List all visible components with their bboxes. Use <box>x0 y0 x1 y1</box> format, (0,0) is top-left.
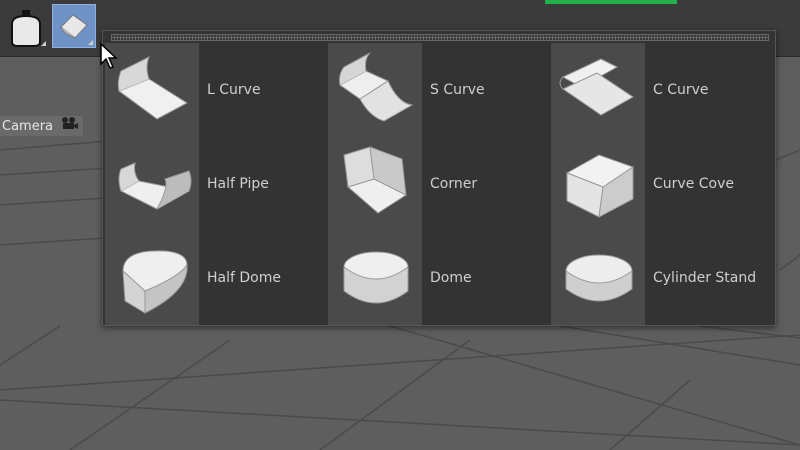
shape-label: C Curve <box>653 82 709 98</box>
half-dome-icon <box>105 231 199 325</box>
shape-label: L Curve <box>207 82 261 98</box>
shape-item-c-curve[interactable]: C Curve <box>551 43 771 137</box>
s-curve-icon <box>328 43 422 137</box>
curve-cove-icon <box>551 137 645 231</box>
shape-item-s-curve[interactable]: S Curve <box>328 43 548 137</box>
shape-item-curve-cove[interactable]: Curve Cove <box>551 137 771 231</box>
accent-strip <box>545 0 677 4</box>
popup-drag-handle[interactable] <box>111 34 769 41</box>
shape-label: Half Dome <box>207 270 281 286</box>
cylinder-stand-icon <box>551 231 645 325</box>
camera-label[interactable]: Camera <box>0 116 84 137</box>
submenu-indicator-icon <box>41 41 46 46</box>
shape-item-cylinder-stand[interactable]: Cylinder Stand <box>551 231 771 325</box>
shape-item-l-curve[interactable]: L Curve <box>105 43 325 137</box>
mouse-cursor-icon <box>100 42 118 69</box>
shape-item-half-pipe[interactable]: Half Pipe <box>105 137 325 231</box>
shape-label: Corner <box>430 176 478 192</box>
shape-item-dome[interactable]: Dome <box>328 231 548 325</box>
dome-icon <box>328 231 422 325</box>
shape-label: Cylinder Stand <box>653 270 757 286</box>
submenu-indicator-icon <box>88 40 93 45</box>
light-tool-button[interactable] <box>4 4 48 48</box>
shape-item-half-dome[interactable]: Half Dome <box>105 231 325 325</box>
shape-label: Curve Cove <box>653 176 734 192</box>
corner-icon <box>328 137 422 231</box>
l-curve-icon <box>105 43 199 137</box>
background-shapes-popup: L Curve S Curve C Curve Half Pipe Corner… <box>102 30 776 326</box>
background-tool-button[interactable] <box>52 4 96 48</box>
camera-label-text: Camera <box>2 119 54 134</box>
shape-label: Half Pipe <box>207 176 269 192</box>
shape-item-corner[interactable]: Corner <box>328 137 548 231</box>
shape-label: S Curve <box>430 82 485 98</box>
shape-label: Dome <box>430 270 472 286</box>
c-curve-icon <box>551 43 645 137</box>
half-pipe-icon <box>105 137 199 231</box>
camera-icon <box>61 116 79 137</box>
